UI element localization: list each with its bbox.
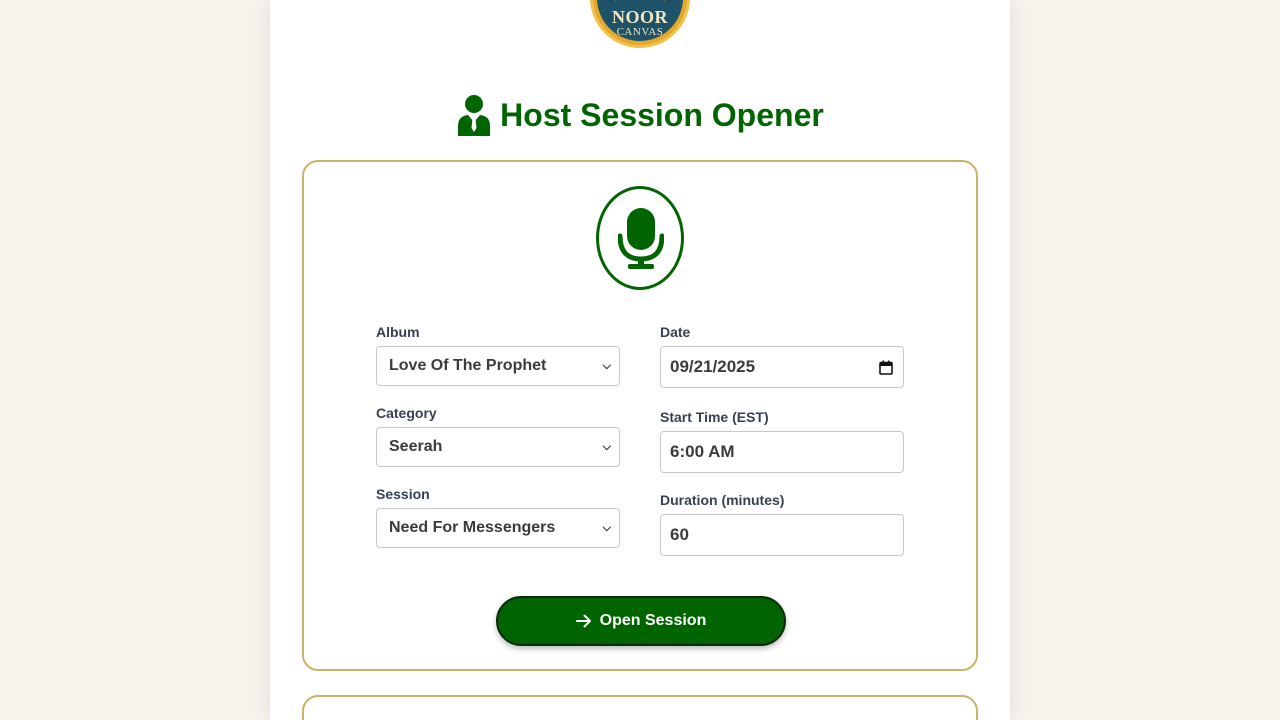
duration-input[interactable]: 60 [660,514,904,556]
category-label: Category [376,405,437,421]
arrow-right-icon [575,614,592,628]
category-field: Category Seerah ⌵ [376,405,620,467]
session-field: Session Need For Messengers ⌵ [376,486,620,548]
duration-value: 60 [670,525,689,544]
start-time-input[interactable]: 6:00 AM [660,431,904,473]
duration-label: Duration (minutes) [660,492,785,508]
chevron-down-icon: ⌵ [602,440,611,453]
date-input[interactable]: 09/21/2025 [660,346,904,388]
session-form-card: Album Love Of The Prophet ⌵ Category See… [302,160,978,671]
duration-field: Duration (minutes) 60 [660,492,904,556]
chevron-down-icon: ⌵ [602,521,611,534]
category-select[interactable]: Seerah ⌵ [376,427,620,467]
album-select[interactable]: Love Of The Prophet ⌵ [376,346,620,386]
album-field: Album Love Of The Prophet ⌵ [376,324,620,386]
session-value: Need For Messengers [389,519,556,536]
date-value: 09/21/2025 [670,357,756,376]
book-icon [615,0,665,7]
microphone-icon [596,186,684,290]
page-title: Host Session Opener [500,96,824,133]
category-value: Seerah [389,438,443,455]
page-header: Host Session Opener [270,94,1010,136]
open-session-label: Open Session [599,612,707,629]
secondary-card [302,695,978,720]
start-time-label: Start Time (EST) [660,409,769,425]
chevron-down-icon: ⌵ [602,359,611,372]
date-label: Date [660,324,691,340]
logo-text-canvas: CANVAS [616,26,664,38]
album-value: Love Of The Prophet [389,357,547,374]
calendar-icon[interactable] [879,360,893,375]
album-label: Album [376,324,420,340]
logo-text-noor: NOOR [612,7,668,27]
noor-canvas-logo: NOOR CANVAS [590,0,690,48]
user-tie-icon [456,94,492,136]
session-select[interactable]: Need For Messengers ⌵ [376,508,620,548]
session-label: Session [376,486,430,502]
open-session-button[interactable]: Open Session [496,596,786,646]
start-time-value: 6:00 AM [670,442,735,461]
date-field: Date 09/21/2025 [660,324,904,388]
page-container: NOOR CANVAS Host Session Opener Album Lo… [270,0,1010,720]
start-time-field: Start Time (EST) 6:00 AM [660,409,904,473]
